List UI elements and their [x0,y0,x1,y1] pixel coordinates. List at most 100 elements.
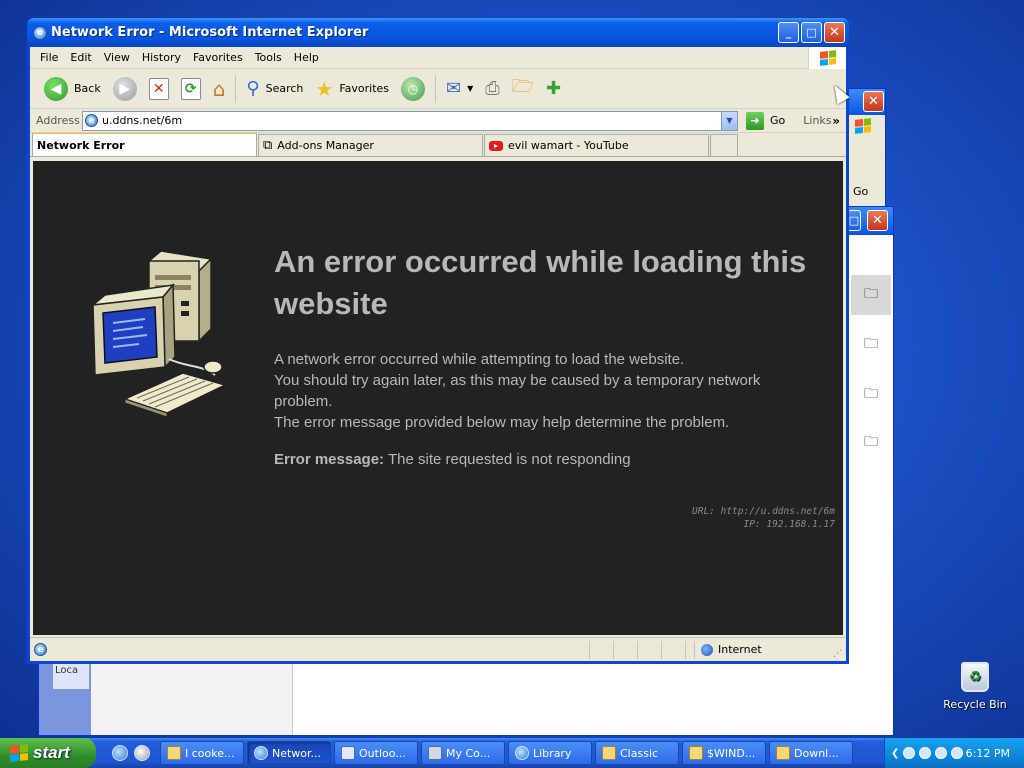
tab-label: evil wamart - YouTube [508,139,629,152]
maximize-icon: □ [806,26,817,39]
start-button[interactable]: start [0,738,96,768]
ie-window[interactable]: e Network Error - Microsoft Internet Exp… [27,18,849,664]
recycle-bin[interactable]: ♻ Recycle Bin [940,662,1010,711]
refresh-button[interactable]: ⟳ [175,73,207,105]
status-bar: e Internet ⋰ [30,637,846,661]
go-button[interactable]: ➜ Go [746,111,785,130]
forward-button[interactable]: ▶ [107,73,143,105]
minimize-icon: _ [785,26,792,39]
taskbar-item[interactable]: My Co... [421,741,505,765]
outlook-icon [341,746,355,760]
menu-file[interactable]: File [34,51,64,64]
menu-tools[interactable]: Tools [249,51,288,64]
back-button[interactable]: ◀ Back [38,73,107,105]
ip-line: IP: 192.168.1.17 [743,519,835,530]
ie-titlebar[interactable]: e Network Error - Microsoft Internet Exp… [27,18,849,47]
links-button[interactable]: Links [803,114,831,127]
background-partial-label: Loca [53,663,89,689]
tray-icon[interactable] [935,747,948,759]
taskbar-item[interactable]: $WIND... [682,741,766,765]
folder-row[interactable]: 🗀 [851,423,891,463]
chevron-down-icon: ▼ [726,116,733,125]
address-dropdown-button[interactable]: ▼ [721,111,737,130]
background-window-2-restore-button[interactable]: □ [847,210,861,231]
favorites-button[interactable]: ★ Favorites [309,73,395,105]
address-value[interactable]: u.ddns.net/6m [102,114,182,127]
mail-dropdown-icon[interactable]: ▼ [467,84,473,93]
background-window-1-close-button[interactable]: ✕ [863,91,884,112]
maximize-button[interactable]: □ [801,22,822,43]
taskbar-item-network-error[interactable]: Networ... [247,741,331,765]
minimize-button[interactable]: _ [778,22,799,43]
tray-icon[interactable] [951,747,964,759]
ie-quicklaunch-icon[interactable] [112,745,128,761]
stop-button[interactable]: ✕ [143,73,175,105]
start-label: start [33,743,70,762]
globe-icon [701,643,713,656]
history-button[interactable]: ◷ [395,73,431,105]
taskbar-item-label: My Co... [446,746,491,760]
menu-help[interactable]: Help [288,51,325,64]
toolbar-separator [235,74,237,103]
menu-view[interactable]: View [98,51,136,64]
taskbar-item-label: Classic [620,746,659,760]
menu-history[interactable]: History [136,51,187,64]
folder-row[interactable]: 🗀 [851,375,891,415]
clock[interactable]: 6:12 PM [966,747,1010,760]
taskbar-item[interactable]: I cooke... [160,741,244,765]
taskbar-item[interactable]: Classic [595,741,679,765]
taskbar-item[interactable]: Downl... [769,741,853,765]
quick-launch [112,745,150,761]
home-button[interactable]: ⌂ [207,73,232,105]
error-body-line: A network error occurred while attemptin… [274,351,685,368]
menu-bar: File Edit View History Favorites Tools H… [30,47,846,69]
folder-row[interactable]: 🗀 [851,275,891,315]
addon-button[interactable]: ✚ [540,73,567,105]
close-button[interactable]: ✕ [824,22,845,43]
favorites-star-icon: ★ [315,76,334,101]
menu-edit[interactable]: Edit [64,51,97,64]
page-content: An error occurred while loading this web… [33,161,843,635]
print-button[interactable]: ⎙ [479,73,505,105]
search-button[interactable]: ⚲ Search [240,73,309,105]
mail-button[interactable]: ✉ ▼ [440,73,479,105]
new-tab-button[interactable] [710,134,738,156]
background-go-label[interactable]: Go [853,185,868,198]
error-message-label: Error message: [274,451,385,468]
tray-expand-icon[interactable]: ❮ [891,748,899,759]
taskbar-item-label: $WIND... [707,746,756,760]
links-chevron-icon[interactable]: » [832,114,840,128]
menu-favorites[interactable]: Favorites [187,51,249,64]
taskbar-item[interactable]: Outloo... [334,741,418,765]
ie-icon [515,746,529,760]
toolbar-separator [435,74,437,103]
recycle-bin-icon: ♻ [961,662,989,692]
tray-icon[interactable] [919,747,932,759]
background-window-2-close-button[interactable]: ✕ [867,210,888,231]
tab-label: Network Error [37,138,125,152]
tab-bar: Network Error ⧉ Add-ons Manager evil wam… [30,132,846,157]
stop-icon: ✕ [148,77,169,100]
folder-button[interactable]: 🗁 [506,73,540,105]
windows-flag-icon [819,50,836,66]
favorites-label: Favorites [339,82,390,95]
document-icon [167,746,181,760]
resize-grip-icon[interactable]: ⋰ [833,649,842,659]
tab-addons-manager[interactable]: ⧉ Add-ons Manager [258,134,483,156]
tray-icon[interactable] [903,747,916,759]
tab-network-error[interactable]: Network Error [32,132,257,156]
status-cell [637,640,638,659]
back-arrow-icon: ◀ [44,76,68,101]
error-body: A network error occurred while attemptin… [274,349,814,433]
folder-row[interactable]: 🗀 [851,325,891,365]
address-label: Address [36,114,80,127]
search-icon: ⚲ [246,78,260,99]
taskbar-item[interactable]: Library [508,741,592,765]
security-zone[interactable]: Internet ⋰ [694,640,846,659]
address-input[interactable]: e u.ddns.net/6m ▼ [82,110,738,131]
tab-youtube[interactable]: evil wamart - YouTube [484,134,709,156]
zone-label: Internet [718,643,762,656]
media-player-icon[interactable] [134,745,150,761]
url-line: URL: http://u.ddns.net/6m [692,506,835,517]
search-label: Search [265,82,304,95]
